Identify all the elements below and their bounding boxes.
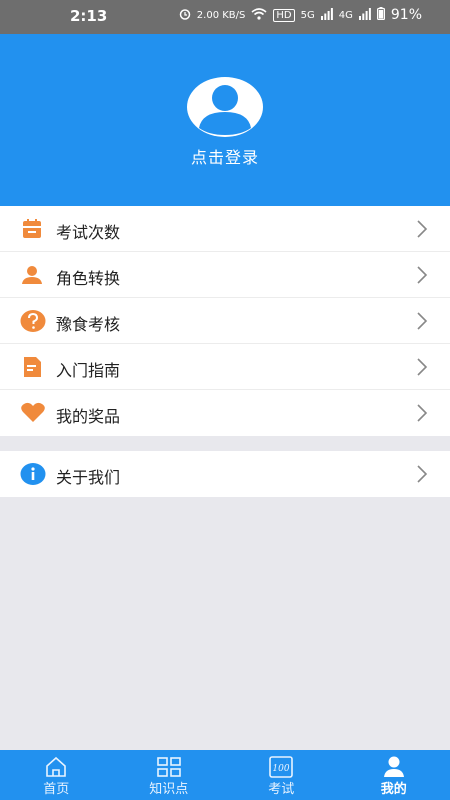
- signal-5g: 5G: [300, 9, 315, 21]
- user-icon: [20, 263, 44, 287]
- battery-percent: 91%: [390, 7, 422, 23]
- document-icon: [20, 355, 44, 379]
- login-link[interactable]: 点击登录: [0, 144, 450, 168]
- question-icon: [20, 309, 46, 333]
- wifi-icon: [251, 7, 267, 23]
- chevron-right-icon: [416, 465, 428, 483]
- menu-item-prizes[interactable]: 我的奖品: [0, 390, 450, 436]
- menu-item-label: 我的奖品: [56, 407, 121, 426]
- menu-item-label: 豫食考核: [56, 315, 121, 334]
- status-time: 2:13: [70, 7, 108, 25]
- svg-text:100: 100: [273, 764, 290, 774]
- hd-badge: HD: [273, 8, 295, 22]
- avatar[interactable]: [186, 76, 264, 138]
- profile-icon: [381, 756, 407, 778]
- info-icon: [20, 462, 46, 486]
- alarm-icon: [179, 8, 191, 23]
- battery-icon: [376, 7, 385, 23]
- avatar-icon: [187, 77, 263, 137]
- tab-knowledge[interactable]: 知识点: [113, 750, 226, 800]
- tab-mine[interactable]: 我的: [338, 750, 450, 800]
- tab-label: 知识点: [149, 782, 189, 797]
- menu-item-label: 角色转换: [56, 269, 121, 288]
- exam-icon: 100: [268, 756, 294, 778]
- tab-label: 我的: [380, 782, 407, 797]
- signal-bars-icon: [320, 7, 333, 23]
- grid-icon: [156, 756, 182, 778]
- calendar-icon: [20, 217, 44, 241]
- home-icon: [43, 756, 69, 778]
- signal-bars-icon: [358, 7, 371, 23]
- status-bar: 2:13 2.00 KB/S HD 5G 4G 91%: [0, 0, 450, 34]
- chevron-right-icon: [416, 220, 428, 238]
- menu-group-about: 关于我们: [0, 451, 450, 497]
- tab-home[interactable]: 首页: [0, 750, 113, 800]
- chevron-right-icon: [416, 266, 428, 284]
- status-icons: 2.00 KB/S HD 5G 4G 91%: [179, 7, 422, 23]
- menu-item-assessment[interactable]: 豫食考核: [0, 298, 450, 344]
- signal-4g: 4G: [338, 9, 353, 21]
- chevron-right-icon: [416, 404, 428, 422]
- menu-item-label: 入门指南: [56, 361, 121, 380]
- menu-item-exam-count[interactable]: 考试次数: [0, 206, 450, 252]
- menu-item-about-us[interactable]: 关于我们: [0, 451, 450, 497]
- tab-exam[interactable]: 100 考试: [225, 750, 338, 800]
- tab-label: 首页: [43, 782, 70, 797]
- tab-label: 考试: [268, 782, 295, 797]
- heart-icon: [20, 401, 45, 425]
- menu-item-guide[interactable]: 入门指南: [0, 344, 450, 390]
- net-speed: 2.00 KB/S: [196, 9, 246, 21]
- chevron-right-icon: [416, 312, 428, 330]
- menu-item-role-switch[interactable]: 角色转换: [0, 252, 450, 298]
- profile-header: 点击登录: [0, 34, 450, 206]
- bottom-tab-bar: 首页 知识点 100 考试 我的: [0, 750, 450, 800]
- menu-group-main: 考试次数 角色转换 豫食考核 入门指南 我的奖品: [0, 206, 450, 436]
- menu-item-label: 考试次数: [56, 223, 121, 242]
- chevron-right-icon: [416, 358, 428, 376]
- menu-item-label: 关于我们: [56, 468, 121, 487]
